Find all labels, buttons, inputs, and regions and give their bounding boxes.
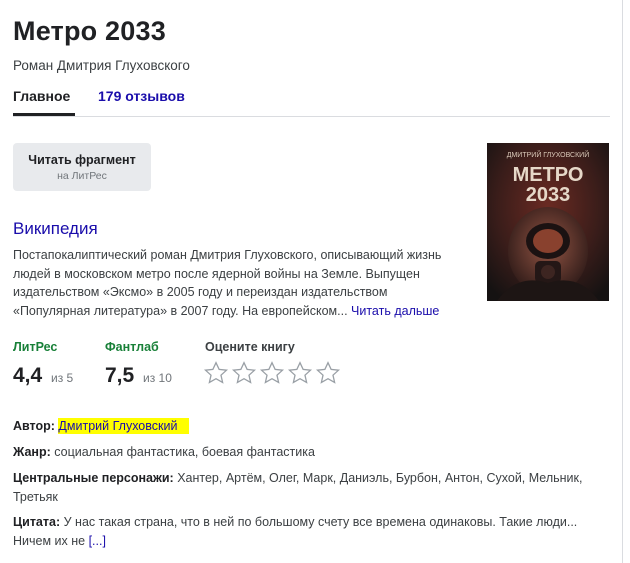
star-4-icon[interactable] xyxy=(287,360,313,386)
tab-bar: Главное 179 отзывов xyxy=(13,88,610,116)
read-more-link[interactable]: Читать дальше xyxy=(351,304,439,318)
star-2-icon[interactable] xyxy=(231,360,257,386)
cover-author-text: ДМИТРИЙ ГЛУХОВСКИЙ xyxy=(507,150,590,159)
knowledge-panel: Метро 2033 Роман Дмитрия Глуховского Гла… xyxy=(0,0,623,563)
fantlab-rating-value: 7,5 xyxy=(105,364,135,387)
page-subtitle: Роман Дмитрия Глуховского xyxy=(13,58,190,73)
fantlab-rating-scale: из 10 xyxy=(143,371,172,385)
litres-label[interactable]: ЛитРес xyxy=(13,340,57,354)
cover-title-text: МЕТРО xyxy=(513,164,584,186)
fact-quote-label: Цитата: xyxy=(13,515,61,529)
litres-rating-value: 4,4 xyxy=(13,364,43,387)
cover-number-text: 2033 xyxy=(526,184,571,206)
star-3-icon[interactable] xyxy=(259,360,285,386)
divider xyxy=(13,116,610,117)
fact-quote: Цитата: У нас такая страна, что в ней по… xyxy=(13,513,610,550)
wikipedia-description: Постапокалиптический роман Дмитрия Глухо… xyxy=(13,246,468,320)
tab-main[interactable]: Главное xyxy=(13,88,70,104)
author-link[interactable]: Дмитрий Глуховский xyxy=(58,419,177,433)
litres-rating-scale: из 5 xyxy=(51,371,74,385)
read-fragment-source: на ЛитРес xyxy=(57,170,107,182)
fact-characters: Центральные персонажи: Хантер, Артём, Ол… xyxy=(13,469,610,506)
fact-author-label: Автор: xyxy=(13,419,55,433)
read-fragment-button[interactable]: Читать фрагмент на ЛитРес xyxy=(13,143,151,191)
star-5-icon[interactable] xyxy=(315,360,341,386)
star-1-icon[interactable] xyxy=(203,360,229,386)
fact-genre-label: Жанр: xyxy=(13,445,51,459)
wikipedia-link[interactable]: Википедия xyxy=(13,219,98,239)
fact-author: Автор: Дмитрий Глуховский xyxy=(13,417,610,436)
quote-more-link[interactable]: [...] xyxy=(89,534,106,548)
fantlab-label[interactable]: Фантлаб xyxy=(105,340,159,354)
book-cover-image[interactable]: ДМИТРИЙ ГЛУХОВСКИЙ МЕТРО 2033 xyxy=(487,143,609,301)
rate-book-label: Оцените книгу xyxy=(205,340,295,354)
fact-characters-label: Центральные персонажи: xyxy=(13,471,174,485)
fact-genre: Жанр: социальная фантастика, боевая фант… xyxy=(13,443,610,462)
read-fragment-label: Читать фрагмент xyxy=(28,153,136,167)
book-cover-art: ДМИТРИЙ ГЛУХОВСКИЙ МЕТРО 2033 xyxy=(487,143,609,301)
tab-reviews[interactable]: 179 отзывов xyxy=(98,88,185,104)
page-title: Метро 2033 xyxy=(13,16,166,46)
fact-genre-value: социальная фантастика, боевая фантастика xyxy=(54,445,315,459)
